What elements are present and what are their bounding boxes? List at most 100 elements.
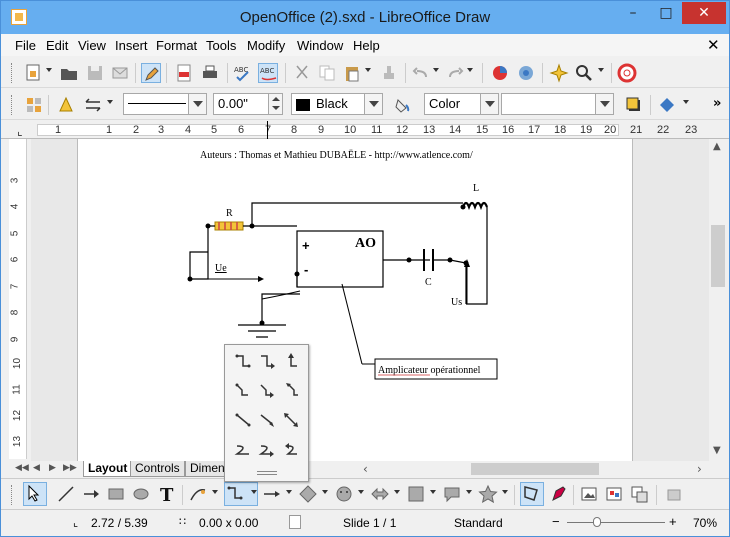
symbol-shapes-icon[interactable]: [334, 484, 354, 504]
connector-dropdown-icon[interactable]: [251, 490, 257, 494]
paste-dropdown-icon[interactable]: [365, 68, 371, 72]
straight-connector-icon[interactable]: [233, 410, 253, 430]
curved-connector-arrows-icon[interactable]: [281, 440, 301, 460]
arrange-dropdown-icon[interactable]: [683, 100, 689, 104]
redo-dropdown-icon[interactable]: [467, 68, 473, 72]
save-icon[interactable]: [85, 63, 105, 83]
tab-first-icon[interactable]: ◀◀: [15, 463, 29, 473]
tab-layout[interactable]: Layout: [83, 461, 133, 477]
menu-file[interactable]: File: [15, 38, 36, 53]
styles-icon[interactable]: [24, 95, 44, 115]
line-width-spinner[interactable]: 0.00": [213, 93, 283, 115]
document-modified-icon[interactable]: [289, 515, 301, 529]
fontwork-icon[interactable]: [516, 63, 536, 83]
group-icon[interactable]: [629, 484, 649, 504]
line-connector-arrows-icon[interactable]: [281, 380, 301, 400]
area-fill-select[interactable]: [501, 93, 614, 115]
undo-dropdown-icon[interactable]: [433, 68, 439, 72]
lines-arrows-icon[interactable]: [262, 484, 282, 504]
horizontal-scrollbar[interactable]: ‹ ›: [359, 461, 709, 477]
connector-tool-icon[interactable]: [224, 482, 258, 506]
callouts-icon[interactable]: [442, 484, 462, 504]
gluepoints-icon[interactable]: [549, 63, 569, 83]
curve-tool-icon[interactable]: [188, 484, 208, 504]
arrow-line-icon[interactable]: [81, 484, 101, 504]
straight-connector-arrow-icon[interactable]: [257, 410, 277, 430]
menu-help[interactable]: Help: [353, 38, 380, 53]
toggle-extrusion-icon[interactable]: [549, 484, 569, 504]
clone-formatting-icon[interactable]: [379, 63, 399, 83]
vertical-scrollbar[interactable]: ▲ ▼: [709, 139, 727, 461]
menu-tools[interactable]: Tools: [206, 38, 236, 53]
email-icon[interactable]: [110, 63, 130, 83]
copy-icon[interactable]: [317, 63, 337, 83]
rectangle-icon[interactable]: [106, 484, 126, 504]
arrow-style-icon[interactable]: [83, 95, 103, 115]
close-document-icon[interactable]: ✕: [707, 36, 720, 54]
block-arrows-icon[interactable]: [370, 484, 390, 504]
fontwork-gallery-icon[interactable]: [604, 484, 624, 504]
cut-icon[interactable]: [292, 63, 312, 83]
spelling-icon[interactable]: ABC: [233, 63, 253, 83]
help-icon[interactable]: [617, 63, 637, 83]
redo-icon[interactable]: [445, 63, 465, 83]
line-connector-icon[interactable]: [233, 380, 253, 400]
more-tools-icon[interactable]: »: [713, 96, 721, 111]
menu-view[interactable]: View: [78, 38, 106, 53]
straight-connector-arrows-icon[interactable]: [281, 410, 301, 430]
menu-window[interactable]: Window: [297, 38, 343, 53]
export-pdf-icon[interactable]: [174, 63, 194, 83]
basic-shapes-dropdown-icon[interactable]: [322, 490, 328, 494]
flowchart-icon[interactable]: [406, 484, 426, 504]
zoom-slider-knob[interactable]: [593, 517, 601, 527]
drawing-toolbar-grip[interactable]: [11, 485, 14, 505]
vertical-scroll-thumb[interactable]: [711, 225, 725, 287]
insert-image-icon[interactable]: [579, 484, 599, 504]
line-connector-arrow-icon[interactable]: [257, 380, 277, 400]
arrow-style-dropdown-icon[interactable]: [107, 100, 113, 104]
scroll-right-icon[interactable]: ›: [697, 462, 702, 476]
vertical-ruler[interactable]: 3 4 5 6 7 8 9 10 11 12 13: [9, 139, 27, 459]
zoom-slider[interactable]: [567, 522, 665, 523]
zoom-level[interactable]: 70%: [693, 516, 717, 530]
scroll-up-icon[interactable]: ▲: [713, 141, 721, 152]
drawing-canvas[interactable]: Auteurs : Thomas et Mathieu DUBAËLE - ht…: [31, 139, 709, 461]
lines-dropdown-icon[interactable]: [286, 490, 292, 494]
horizontal-ruler[interactable]: ⌞ 1 1 2 3 4 5 6 7 8 9 10 11 12 13 14 15 …: [1, 121, 729, 143]
connector-ends-arrow-icon[interactable]: [257, 351, 277, 371]
ellipse-icon[interactable]: [131, 484, 151, 504]
scroll-left-icon[interactable]: ‹: [363, 462, 368, 476]
menu-format[interactable]: Format: [156, 38, 197, 53]
select-arrow-icon[interactable]: [23, 482, 47, 506]
tab-stop-icon[interactable]: ⌞: [17, 124, 23, 138]
block-arrows-dropdown-icon[interactable]: [394, 490, 400, 494]
print-icon[interactable]: [200, 63, 220, 83]
shadow-icon[interactable]: [624, 95, 644, 115]
scroll-down-icon[interactable]: ▼: [713, 445, 721, 456]
connector-arrows-icon[interactable]: [281, 351, 301, 371]
autospell-icon[interactable]: ABC: [258, 63, 278, 83]
flowchart-dropdown-icon[interactable]: [430, 490, 436, 494]
connector-standard-icon[interactable]: [233, 351, 253, 371]
popup-grip[interactable]: [257, 471, 277, 475]
stars-dropdown-icon[interactable]: [502, 490, 508, 494]
open-icon[interactable]: [59, 63, 79, 83]
symbol-shapes-dropdown-icon[interactable]: [358, 490, 364, 494]
callouts-dropdown-icon[interactable]: [466, 490, 472, 494]
undo-icon[interactable]: [411, 63, 431, 83]
chart-icon[interactable]: [490, 63, 510, 83]
menu-edit[interactable]: Edit: [46, 38, 68, 53]
new-document-icon[interactable]: [24, 63, 44, 83]
new-dropdown-icon[interactable]: [46, 68, 52, 72]
stars-icon[interactable]: [478, 484, 498, 504]
minimize-button[interactable]: –: [618, 2, 648, 24]
toolbar-grip[interactable]: [11, 63, 14, 83]
3d-objects-icon[interactable]: [664, 484, 684, 504]
paste-icon[interactable]: [342, 63, 362, 83]
basic-shapes-icon[interactable]: [298, 484, 318, 504]
maximize-button[interactable]: □: [651, 2, 681, 24]
text-tool-icon[interactable]: T: [157, 484, 177, 506]
horizontal-scroll-thumb[interactable]: [471, 463, 599, 475]
line-tool-icon[interactable]: [56, 484, 76, 504]
close-button[interactable]: ✕: [682, 2, 726, 24]
